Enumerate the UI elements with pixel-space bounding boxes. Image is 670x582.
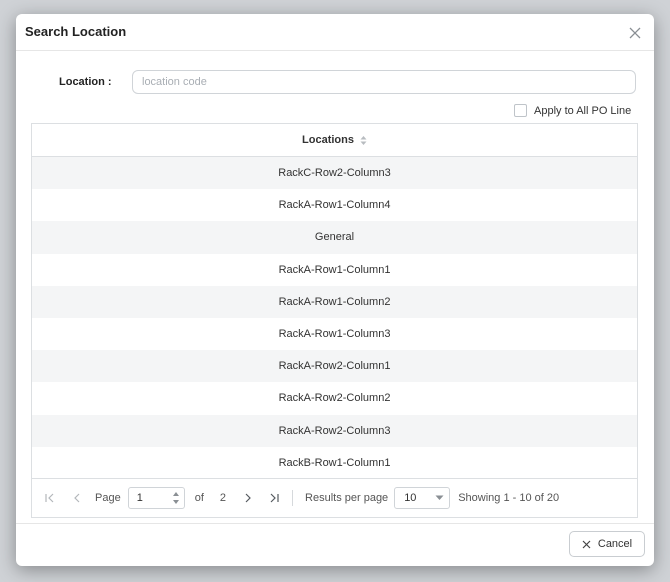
locations-grid: Locations RackC-Row2-Column3 RackA-Row1-… — [31, 123, 638, 518]
grid-rows: RackC-Row2-Column3 RackA-Row1-Column4 Ge… — [32, 157, 637, 479]
dialog-title: Search Location — [25, 24, 127, 39]
next-page-icon[interactable] — [242, 492, 254, 504]
table-row[interactable]: RackB-Row1-Column1 — [32, 446, 637, 479]
cancel-button[interactable]: Cancel — [569, 531, 645, 557]
pager-divider — [292, 490, 294, 506]
results-per-page-select[interactable]: 10 — [394, 487, 451, 509]
close-icon — [582, 540, 591, 548]
page-label: Page — [95, 492, 121, 504]
last-page-icon[interactable] — [268, 492, 280, 504]
table-row[interactable]: General — [32, 221, 637, 254]
location-input[interactable] — [132, 70, 636, 94]
table-row[interactable]: RackA-Row1-Column1 — [32, 253, 637, 286]
table-row[interactable]: RackA-Row2-Column3 — [32, 414, 637, 447]
apply-all-label: Apply to All PO Line — [534, 104, 632, 117]
table-row[interactable]: RackA-Row1-Column4 — [32, 189, 637, 222]
close-icon[interactable] — [628, 26, 642, 40]
first-page-icon[interactable] — [44, 492, 56, 504]
dialog-header: Search Location — [16, 14, 654, 51]
dialog-footer: Cancel — [16, 523, 654, 566]
table-row[interactable]: RackA-Row1-Column2 — [32, 285, 637, 318]
apply-all-checkbox[interactable]: Apply to All PO Line — [514, 104, 631, 117]
showing-summary: Showing 1 - 10 of 20 — [458, 492, 560, 504]
pager: Page 1 of 2 Results per page 10 Showing … — [32, 478, 637, 517]
cancel-label: Cancel — [597, 538, 633, 550]
sort-icon[interactable] — [360, 135, 367, 146]
page-stepper-icon[interactable] — [172, 491, 180, 505]
results-per-page-value: 10 — [404, 492, 417, 504]
total-pages: 2 — [219, 492, 227, 504]
column-header-label: Locations — [302, 134, 354, 146]
search-location-dialog: Search Location Location : Apply to All … — [16, 14, 654, 566]
table-row[interactable]: RackA-Row2-Column1 — [32, 350, 637, 383]
results-per-page-label: Results per page — [305, 492, 389, 504]
checkbox-box[interactable] — [514, 104, 527, 117]
page-number-value: 1 — [136, 492, 143, 504]
table-row[interactable]: RackA-Row2-Column2 — [32, 382, 637, 415]
table-row[interactable]: RackA-Row1-Column3 — [32, 317, 637, 351]
column-header-locations[interactable]: Locations — [32, 124, 637, 157]
previous-page-icon[interactable] — [71, 492, 83, 504]
page-number-input[interactable]: 1 — [127, 487, 185, 509]
location-label: Location : — [59, 76, 112, 88]
of-label: of — [194, 492, 204, 504]
table-row[interactable]: RackC-Row2-Column3 — [32, 157, 637, 190]
chevron-down-icon — [435, 495, 444, 500]
